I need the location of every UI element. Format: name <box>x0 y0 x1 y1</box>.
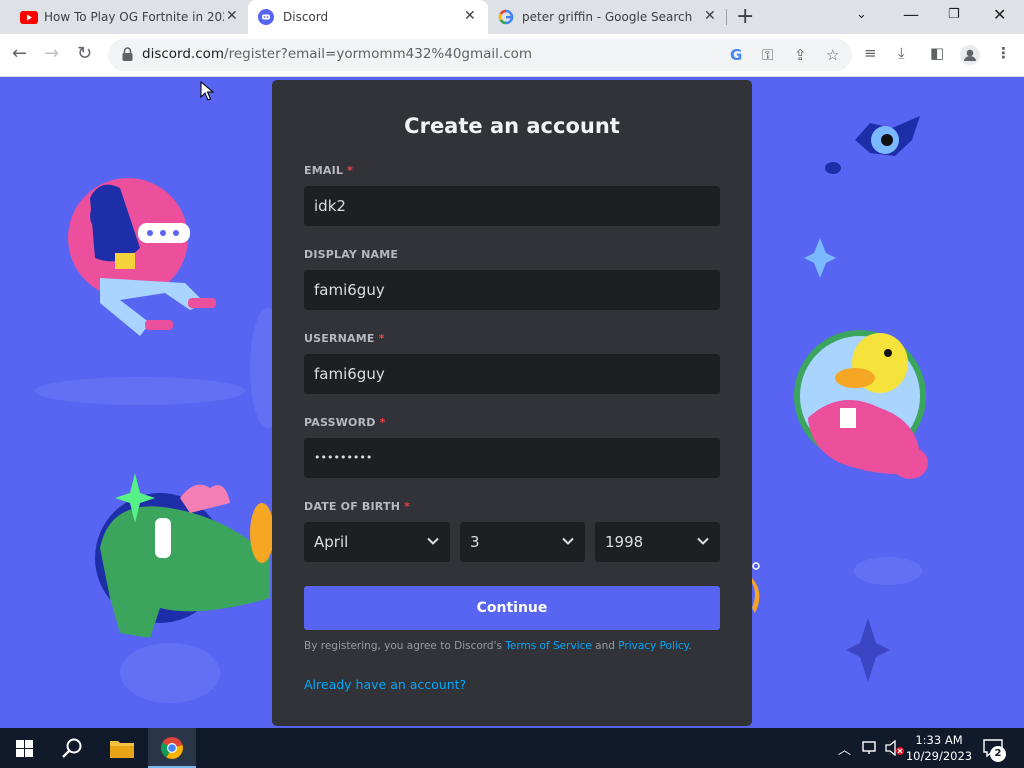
modal-title: Create an account <box>404 114 620 138</box>
minimize-icon[interactable]: — <box>903 5 919 24</box>
mouse-cursor-icon <box>200 81 214 101</box>
new-tab-icon[interactable]: + <box>736 4 754 29</box>
tab-title: How To Play OG Fortnite in 2023 <box>44 10 224 24</box>
password-field[interactable]: ••••••••• <box>304 438 720 478</box>
chrome-taskbar-button[interactable] <box>148 728 196 768</box>
required-marker: * <box>378 332 385 345</box>
restore-icon[interactable]: ❐ <box>948 7 960 22</box>
username-label-text: USERNAME <box>304 332 375 345</box>
terms-and: and <box>591 640 619 652</box>
username-field[interactable]: fami6guy <box>304 354 720 394</box>
required-marker: * <box>404 500 411 513</box>
password-label-text: PASSWORD <box>304 416 376 429</box>
character-person-illustration <box>68 178 216 336</box>
tab-separator <box>726 9 727 25</box>
youtube-icon <box>20 11 38 24</box>
url-path: /register?email=yormomm432%40gmail.com <box>224 46 533 62</box>
share-icon[interactable]: ⇪ <box>794 46 807 64</box>
required-marker: * <box>347 164 354 177</box>
dob-year-value: 1998 <box>605 533 644 551</box>
character-duck-illustration <box>794 330 928 479</box>
browser-toolbar: ← → ↻ discord.com/register?email=yormomm… <box>0 34 1024 77</box>
dob-month-select[interactable]: April <box>304 522 450 562</box>
character-flying-creature-illustration <box>825 116 920 174</box>
back-icon[interactable]: ← <box>12 43 27 64</box>
google-lens-icon[interactable]: G <box>730 46 742 64</box>
tab-youtube[interactable]: How To Play OG Fortnite in 2023 ✕ <box>8 0 248 34</box>
sparkle-decoration <box>846 618 890 682</box>
bookmark-star-icon[interactable]: ☆ <box>826 46 839 64</box>
discord-icon <box>258 9 274 25</box>
forward-icon[interactable]: → <box>44 43 59 64</box>
dob-label: DATE OF BIRTH * <box>304 500 410 513</box>
volume-muted-icon[interactable] <box>885 740 905 756</box>
close-window-icon[interactable]: ✕ <box>993 5 1006 24</box>
close-tab-icon[interactable]: ✕ <box>704 8 716 24</box>
system-clock[interactable]: 1:33 AM 10/29/2023 <box>904 732 974 764</box>
terms-suffix: . <box>688 640 692 652</box>
media-queue-icon[interactable]: ≡ <box>864 44 877 62</box>
lock-icon[interactable] <box>122 47 133 61</box>
terms-prefix: By registering, you agree to Discord's <box>304 640 506 652</box>
terms-of-service-link[interactable]: Terms of Service <box>505 640 592 652</box>
tab-strip: How To Play OG Fortnite in 2023 ✕ Discor… <box>0 0 1024 34</box>
tab-google[interactable]: peter griffin - Google Search ✕ <box>488 0 728 34</box>
tab-title: Discord <box>283 10 329 24</box>
chrome-icon <box>161 737 183 759</box>
google-icon <box>498 9 514 25</box>
dob-day-value: 3 <box>470 533 480 551</box>
close-tab-icon[interactable]: ✕ <box>464 8 476 24</box>
display-name-label: DISPLAY NAME <box>304 248 399 261</box>
search-icon[interactable] <box>61 737 83 759</box>
tab-discord[interactable]: Discord ✕ <box>248 0 488 34</box>
required-marker: * <box>379 416 386 429</box>
chevron-down-icon <box>562 537 574 545</box>
address-bar[interactable]: discord.com/register?email=yormomm432%40… <box>108 39 852 71</box>
profile-avatar-icon[interactable] <box>960 45 980 65</box>
dob-month-value: April <box>314 533 349 551</box>
sparkle-decoration <box>804 238 836 278</box>
username-label: USERNAME * <box>304 332 385 345</box>
terms-text: By registering, you agree to Discord's T… <box>304 640 692 652</box>
url-domain: discord.com <box>142 46 225 62</box>
login-link[interactable]: Already have an account? <box>304 677 466 692</box>
dob-year-select[interactable]: 1998 <box>595 522 720 562</box>
windows-start-icon[interactable] <box>16 740 33 757</box>
tab-title: peter griffin - Google Search <box>522 10 693 24</box>
notification-badge: 2 <box>990 746 1006 762</box>
clock-date: 10/29/2023 <box>905 749 973 763</box>
menu-kebab-icon[interactable]: ⋮ <box>996 44 1011 62</box>
email-label: EMAIL * <box>304 164 353 177</box>
clock-time: 1:33 AM <box>915 733 963 747</box>
character-monster-illustration <box>95 473 274 638</box>
register-modal: Create an account EMAIL * idk2 DISPLAY NA… <box>272 80 752 726</box>
show-hidden-icons-chevron-icon[interactable]: ︿ <box>838 739 851 758</box>
chevron-down-icon <box>427 537 439 545</box>
network-icon[interactable] <box>862 741 880 755</box>
email-label-text: EMAIL <box>304 164 344 177</box>
password-label: PASSWORD * <box>304 416 386 429</box>
continue-button[interactable]: Continue <box>304 586 720 630</box>
file-explorer-icon[interactable] <box>110 738 134 758</box>
download-icon[interactable]: ⤓ <box>898 44 905 62</box>
reload-icon[interactable]: ↻ <box>77 43 92 64</box>
dob-day-select[interactable]: 3 <box>460 522 585 562</box>
key-icon[interactable]: ⚿ <box>762 46 773 64</box>
dob-label-text: DATE OF BIRTH <box>304 500 401 513</box>
email-field[interactable]: idk2 <box>304 186 720 226</box>
privacy-policy-link[interactable]: Privacy Policy <box>618 640 688 652</box>
display-name-field[interactable]: fami6guy <box>304 270 720 310</box>
side-panel-icon[interactable]: ◧ <box>930 44 944 62</box>
tab-search-icon[interactable]: ⌄ <box>856 7 867 22</box>
charm-decoration <box>752 562 760 613</box>
close-tab-icon[interactable]: ✕ <box>226 8 238 24</box>
taskbar: ︿ 1:33 AM 10/29/2023 2 <box>0 728 1024 768</box>
chevron-down-icon <box>697 537 709 545</box>
url-text[interactable]: discord.com/register?email=yormomm432%40… <box>142 46 532 62</box>
